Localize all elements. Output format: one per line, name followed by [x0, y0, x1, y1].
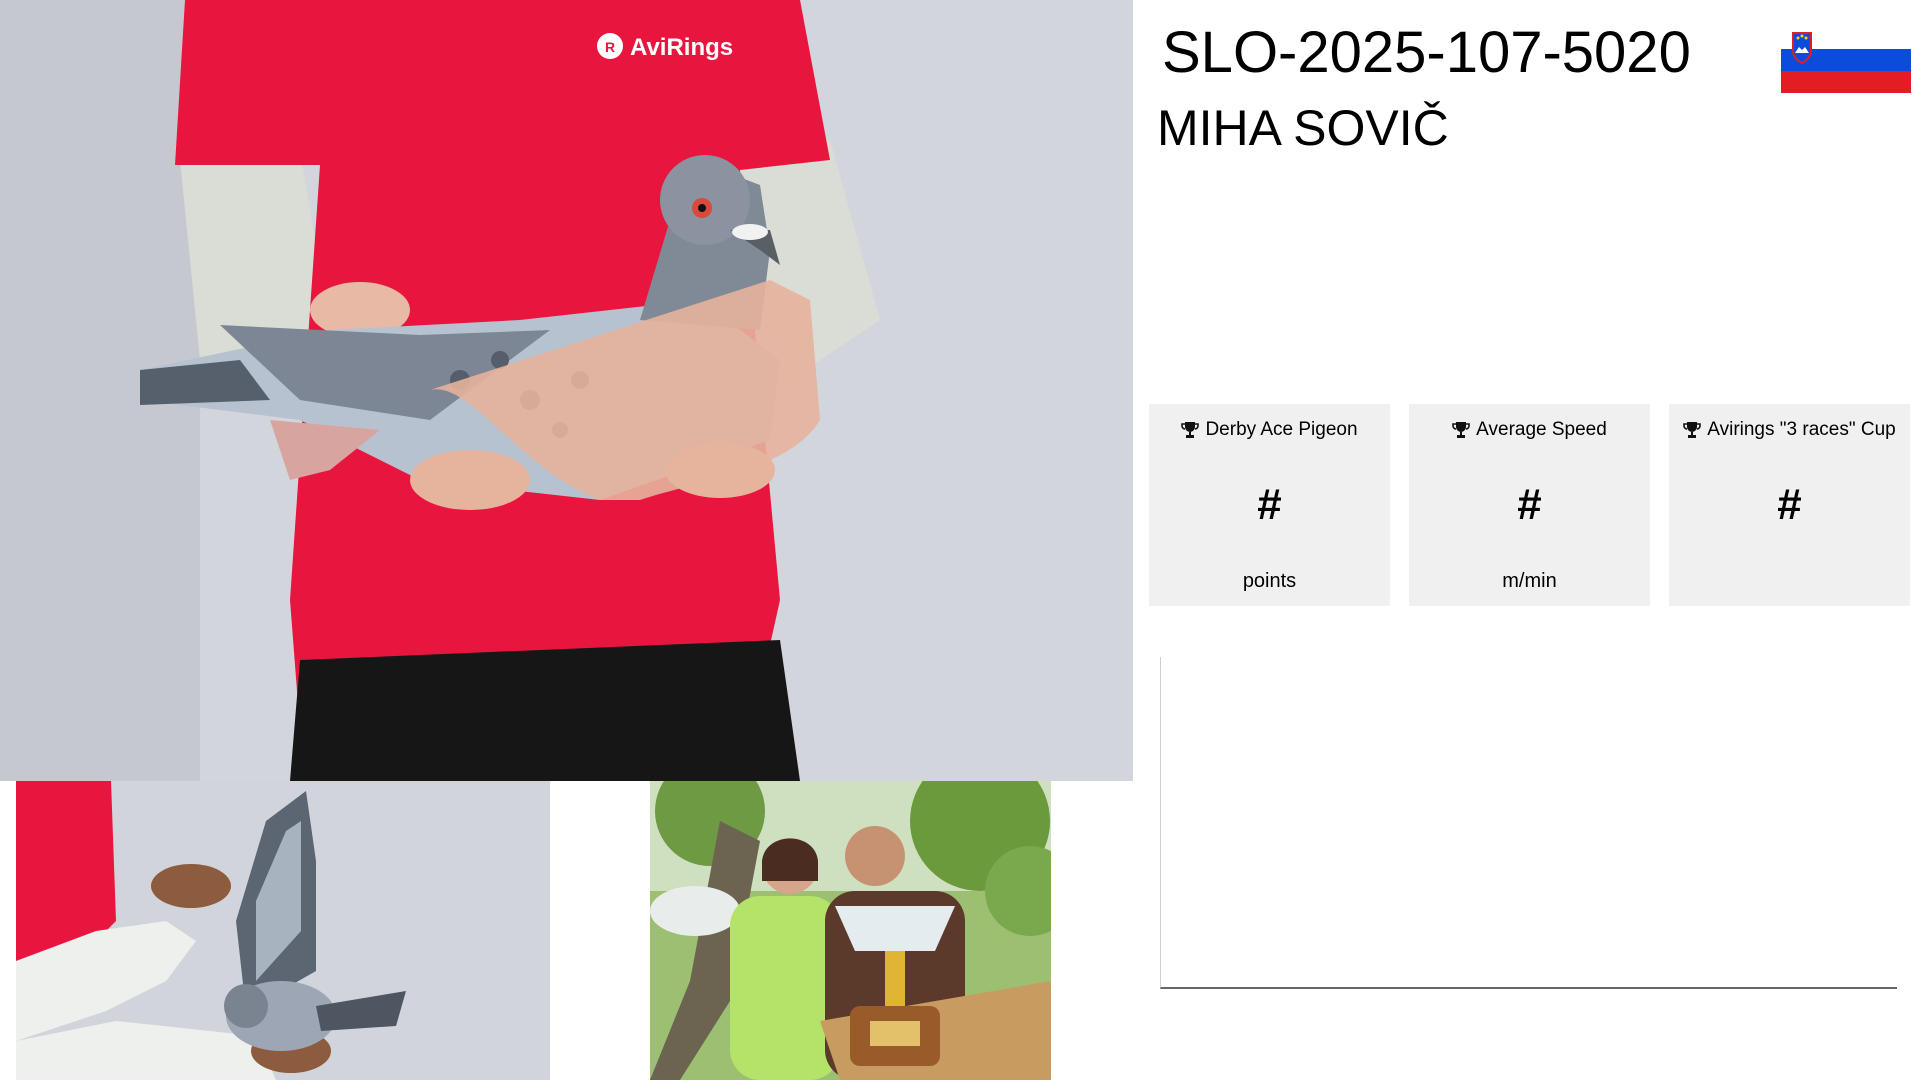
- stat-title: Average Speed: [1409, 418, 1650, 442]
- stat-title: Avirings "3 races" Cup: [1669, 418, 1910, 442]
- stat-card-avirings-3-races-cup: Avirings "3 races" Cup #: [1669, 404, 1910, 606]
- stat-value: #: [1257, 480, 1282, 529]
- stat-unit: points: [1242, 570, 1297, 592]
- trophy-icon: [1181, 421, 1200, 439]
- stat-title-label: Average Speed: [1476, 419, 1607, 440]
- stat-card-derby-ace-pigeon: Derby Ace Pigeon # points: [1149, 404, 1390, 606]
- trophy-icon: [1452, 421, 1470, 439]
- shirt-logo-text: AviRings: [630, 34, 733, 61]
- stat-unit: m/min: [1502, 570, 1557, 592]
- ring-number: SLO-2025-107-5020: [1162, 20, 1691, 85]
- stat-title-label: Derby Ace Pigeon: [1205, 419, 1358, 440]
- stat-title-label: Avirings "3 races" Cup: [1707, 419, 1896, 440]
- main-pigeon-photo[interactable]: R AviRings: [0, 0, 1133, 781]
- wing-spread-photo[interactable]: [16, 781, 550, 1080]
- svg-text:R: R: [605, 39, 615, 55]
- stat-value: #: [1777, 480, 1802, 529]
- trophy-icon: [1683, 421, 1702, 439]
- owners-with-trophy-photo[interactable]: [650, 781, 1051, 1080]
- slovenia-flag-icon: [1781, 27, 1911, 93]
- stat-value: #: [1517, 480, 1542, 529]
- stat-card-average-speed: Average Speed # m/min: [1409, 404, 1650, 606]
- results-panel: [1160, 657, 1897, 989]
- pigeon-profile-page: R AviRings SLO-2025-107-5020 MIHA SOVIČ …: [0, 0, 1920, 1080]
- stat-title: Derby Ace Pigeon: [1149, 418, 1390, 442]
- owner-name: MIHA SOVIČ: [1157, 100, 1449, 156]
